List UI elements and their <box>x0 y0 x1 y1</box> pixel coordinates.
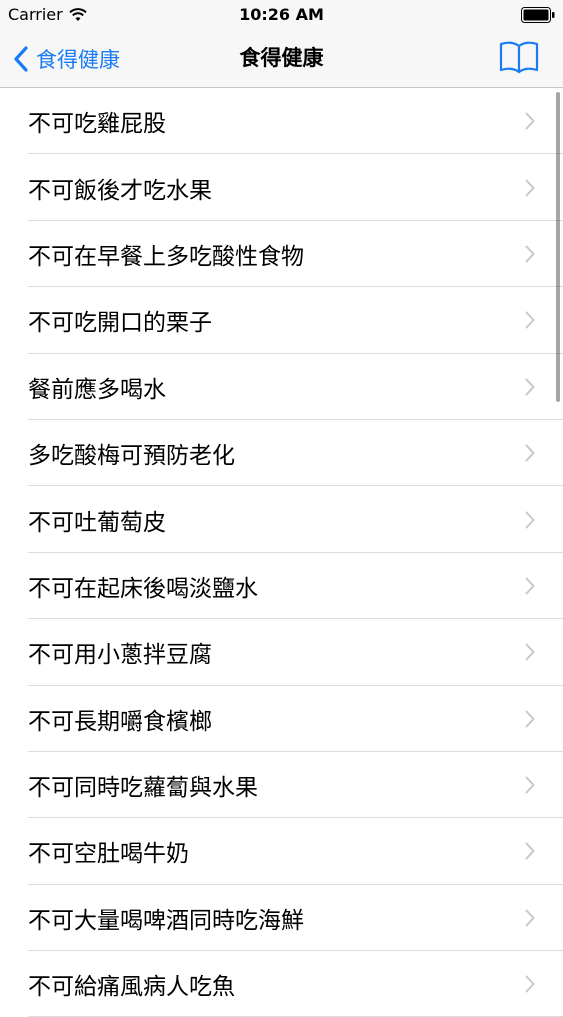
list-item-label: 不可吃雞屁股 <box>28 111 166 138</box>
list-item-label: 餐前應多喝水 <box>28 376 166 403</box>
book-button[interactable] <box>499 40 539 74</box>
chevron-right-icon <box>525 112 535 130</box>
list-item[interactable]: 不可用小蔥拌豆腐 <box>0 619 563 686</box>
chevron-right-icon <box>525 179 535 197</box>
list-item[interactable]: 餐前應多喝水 <box>0 354 563 421</box>
page-title: 食得健康 <box>239 46 324 70</box>
list-item[interactable]: 不可在起床後喝淡鹽水 <box>0 553 563 620</box>
chevron-right-icon <box>525 444 535 462</box>
list-item[interactable]: 不可給痛風病人吃魚 <box>0 951 563 1017</box>
list-item-label: 不可在起床後喝淡鹽水 <box>28 575 258 602</box>
list-item[interactable]: 不可吃雞屁股 <box>0 88 563 155</box>
chevron-right-icon <box>525 511 535 529</box>
status-bar: Carrier 10:26 AM <box>0 0 563 30</box>
list-item[interactable]: 不可長期嚼食檳榔 <box>0 686 563 753</box>
list-item[interactable]: 不可吐葡萄皮 <box>0 486 563 554</box>
chevron-right-icon <box>525 842 535 860</box>
chevron-right-icon <box>525 245 535 263</box>
topic-list: 不可吃雞屁股 不可飯後才吃水果 不可在早餐上多吃酸性食物 不可吃開口的栗子 餐前… <box>0 88 563 1017</box>
list-item-label: 多吃酸梅可預防老化 <box>28 443 235 470</box>
list-item-label: 不可在早餐上多吃酸性食物 <box>28 243 304 270</box>
list-item[interactable]: 不可吃開口的栗子 <box>0 287 563 354</box>
chevron-right-icon <box>525 643 535 661</box>
chevron-right-icon <box>525 378 535 396</box>
book-icon <box>499 41 539 74</box>
list-item-label: 不可給痛風病人吃魚 <box>28 974 235 1001</box>
navigation-bar: 食得健康 食得健康 <box>0 30 563 88</box>
list-item-label: 不可長期嚼食檳榔 <box>28 708 212 735</box>
list-item[interactable]: 不可空肚喝牛奶 <box>0 818 563 886</box>
list-item[interactable]: 不可同時吃蘿蔔與水果 <box>0 752 563 819</box>
list-item-label: 不可大量喝啤酒同時吃海鮮 <box>28 907 304 934</box>
chevron-right-icon <box>525 975 535 993</box>
status-time: 10:26 AM <box>239 5 324 24</box>
list-item[interactable]: 不可大量喝啤酒同時吃海鮮 <box>0 885 563 952</box>
chevron-right-icon <box>525 776 535 794</box>
list-item-label: 不可用小蔥拌豆腐 <box>28 642 212 669</box>
list-item-label: 不可吃開口的栗子 <box>28 310 212 337</box>
chevron-right-icon <box>525 311 535 329</box>
list-item[interactable]: 不可在早餐上多吃酸性食物 <box>0 221 563 288</box>
list-item-label: 不可空肚喝牛奶 <box>28 841 189 868</box>
chevron-right-icon <box>525 577 535 595</box>
battery-icon <box>521 7 555 23</box>
chevron-right-icon <box>525 710 535 728</box>
list-item-label: 不可吐葡萄皮 <box>28 509 166 536</box>
scroll-indicator[interactable] <box>556 92 560 402</box>
list-item-label: 不可飯後才吃水果 <box>28 177 212 204</box>
list-item[interactable]: 不可飯後才吃水果 <box>0 154 563 222</box>
list-item-label: 不可同時吃蘿蔔與水果 <box>28 775 258 802</box>
list-item[interactable]: 多吃酸梅可預防老化 <box>0 420 563 487</box>
chevron-right-icon <box>525 909 535 927</box>
